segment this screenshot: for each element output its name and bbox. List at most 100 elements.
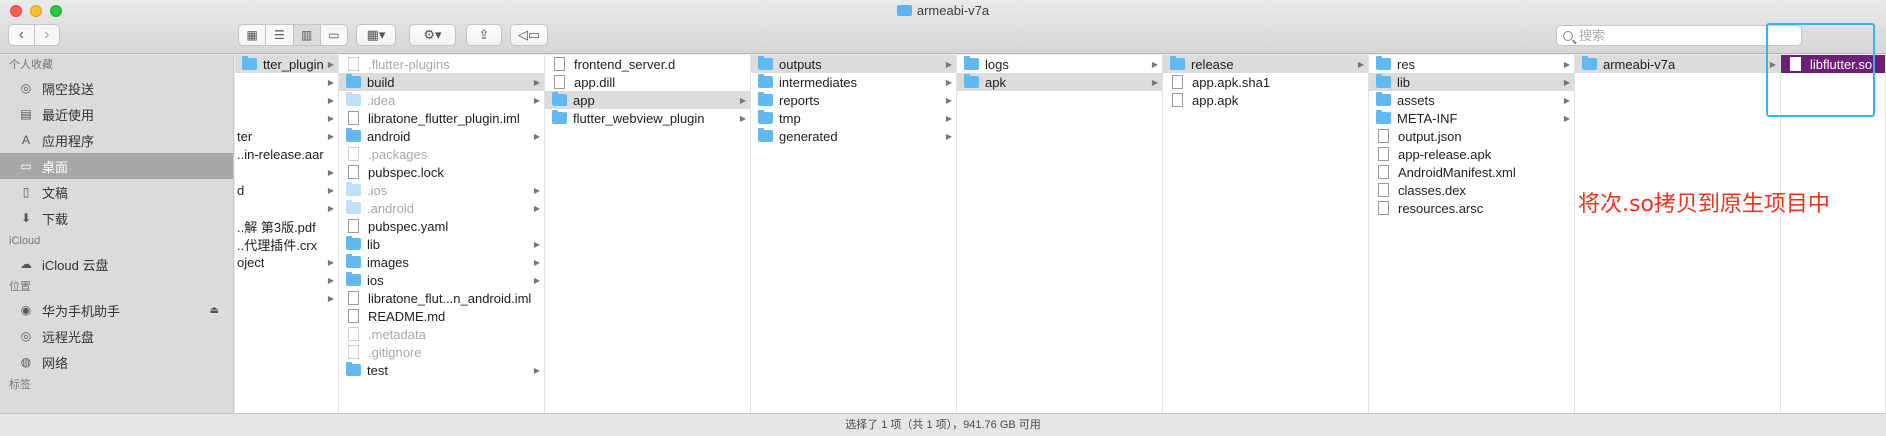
finder-column[interactable]: tter_plugin ▶ ▶ ▶ ▶ ter ▶ ..in-release.aar ▶ d ▶ ▶.… [235, 55, 339, 413]
eject-icon[interactable]: ⏏ [210, 305, 219, 316]
forward-button[interactable]: › [33, 25, 60, 45]
folder-item[interactable]: .android ▶ [339, 199, 544, 217]
search-input[interactable] [1579, 28, 1779, 43]
file-item[interactable]: ▶ [235, 73, 338, 91]
nav-buttons: ‹ › [8, 24, 60, 46]
finder-column[interactable]: libflutter.so [1781, 55, 1886, 413]
item-name: oject [237, 254, 265, 270]
file-item[interactable]: ▶ [235, 289, 338, 307]
folder-item[interactable]: assets ▶ [1369, 91, 1574, 109]
file-item[interactable]: ▶ [235, 163, 338, 181]
folder-icon [758, 56, 773, 70]
file-item[interactable]: ▶ [235, 271, 338, 289]
folder-item[interactable]: build ▶ [339, 73, 544, 91]
file-item[interactable]: libratone_flutter_plugin.iml [339, 109, 544, 127]
file-item[interactable]: ▶ [235, 91, 338, 109]
file-item[interactable]: .flutter-plugins [339, 55, 544, 73]
tags-button[interactable]: ◁▭ [510, 24, 548, 46]
folder-item[interactable]: armeabi-v7a ▶ [1575, 55, 1780, 73]
folder-icon [346, 362, 361, 376]
file-item[interactable]: pubspec.lock [339, 163, 544, 181]
file-item[interactable]: README.md [339, 307, 544, 325]
list-view-button[interactable]: ☰ [265, 25, 292, 45]
sidebar-item[interactable]: ◎ 远程光盘 [0, 323, 233, 349]
file-item[interactable]: AndroidManifest.xml [1369, 163, 1574, 181]
folder-item[interactable]: android ▶ [339, 127, 544, 145]
document-icon [348, 57, 359, 71]
share-button[interactable]: ⇪ [466, 24, 502, 46]
folder-item[interactable]: generated ▶ [751, 127, 956, 145]
folder-icon [964, 56, 979, 70]
sidebar-item[interactable]: A 应用程序 [0, 127, 233, 153]
disclosure-arrow-icon: ▶ [327, 95, 334, 105]
sidebar-item[interactable]: ▭ 桌面 [0, 153, 233, 179]
file-item[interactable]: ..代理插件.crx [235, 235, 338, 253]
file-item[interactable]: libflutter.so [1781, 55, 1885, 73]
file-item[interactable]: d ▶ [235, 181, 338, 199]
sidebar-item[interactable]: ▯ 文稿 [0, 179, 233, 205]
finder-column[interactable]: res ▶ lib ▶ assets ▶ META-INF ▶ output.json app-r… [1369, 55, 1575, 413]
file-item[interactable]: .packages [339, 145, 544, 163]
file-item[interactable]: ter ▶ [235, 127, 338, 145]
file-item[interactable]: output.json [1369, 127, 1574, 145]
file-item[interactable]: ..in-release.aar [235, 145, 338, 163]
file-item[interactable]: oject ▶ [235, 253, 338, 271]
folder-item[interactable]: app ▶ [545, 91, 750, 109]
back-button[interactable]: ‹ [9, 25, 34, 45]
file-item[interactable]: pubspec.yaml [339, 217, 544, 235]
sidebar-item[interactable]: ◉ 华为手机助手 ⏏ [0, 297, 233, 323]
disclosure-arrow-icon: ▶ [1563, 77, 1570, 87]
finder-column[interactable]: outputs ▶ intermediates ▶ reports ▶ tmp ▶ genera… [751, 55, 957, 413]
group-by-button[interactable]: ▦▾ [356, 24, 396, 46]
sidebar-item[interactable]: ◍ 网络 [0, 349, 233, 375]
folder-item[interactable]: intermediates ▶ [751, 73, 956, 91]
sidebar-item[interactable]: ▤ 最近使用 [0, 101, 233, 127]
folder-item[interactable]: outputs ▶ [751, 55, 956, 73]
disclosure-arrow-icon: ▶ [327, 167, 334, 177]
folder-item[interactable]: release ▶ [1163, 55, 1368, 73]
folder-item[interactable]: logs ▶ [957, 55, 1162, 73]
gallery-view-button[interactable]: ▭ [319, 25, 347, 45]
column-view-button[interactable]: ▥ [292, 25, 320, 45]
file-item[interactable]: app.apk.sha1 [1163, 73, 1368, 91]
file-item[interactable]: frontend_server.d [545, 55, 750, 73]
folder-item[interactable]: tter_plugin ▶ [235, 55, 338, 73]
folder-item[interactable]: test ▶ [339, 361, 544, 379]
folder-item[interactable]: META-INF ▶ [1369, 109, 1574, 127]
file-item[interactable]: app-release.apk [1369, 145, 1574, 163]
file-item[interactable]: libratone_flut...n_android.iml [339, 289, 544, 307]
search-field[interactable] [1556, 25, 1802, 46]
item-name: ios [367, 272, 384, 288]
action-gear-button[interactable]: ⚙▾ [409, 24, 456, 46]
file-item[interactable]: ..解 第3版.pdf [235, 217, 338, 235]
folder-item[interactable]: tmp ▶ [751, 109, 956, 127]
folder-item[interactable]: reports ▶ [751, 91, 956, 109]
view-mode-switcher: ▦ ☰ ▥ ▭ [238, 24, 348, 46]
folder-item[interactable]: flutter_webview_plugin ▶ [545, 109, 750, 127]
folder-item[interactable]: lib ▶ [1369, 73, 1574, 91]
file-item[interactable]: resources.arsc [1369, 199, 1574, 217]
file-item[interactable]: classes.dex [1369, 181, 1574, 199]
folder-item[interactable]: images ▶ [339, 253, 544, 271]
finder-column[interactable]: .flutter-plugins build ▶ .idea ▶ libratone_fl… [339, 55, 545, 413]
folder-item[interactable]: .idea ▶ [339, 91, 544, 109]
sidebar-item[interactable]: ◎ 隔空投送 [0, 75, 233, 101]
folder-item[interactable]: ios ▶ [339, 271, 544, 289]
icon-view-button[interactable]: ▦ [239, 25, 265, 45]
folder-item[interactable]: res ▶ [1369, 55, 1574, 73]
file-item[interactable]: app.apk [1163, 91, 1368, 109]
finder-column[interactable]: frontend_server.d app.dill app ▶ flutter_web… [545, 55, 751, 413]
folder-item[interactable]: .ios ▶ [339, 181, 544, 199]
sidebar-item[interactable]: ☁ iCloud 云盘 [0, 251, 233, 277]
folder-item[interactable]: apk ▶ [957, 73, 1162, 91]
file-item[interactable]: .metadata [339, 325, 544, 343]
file-item[interactable]: .gitignore [339, 343, 544, 361]
file-item[interactable]: ▶ [235, 109, 338, 127]
file-item[interactable]: ▶ [235, 199, 338, 217]
folder-item[interactable]: lib ▶ [339, 235, 544, 253]
finder-column[interactable]: logs ▶ apk ▶ [957, 55, 1163, 413]
file-item[interactable]: app.dill [545, 73, 750, 91]
finder-column[interactable]: armeabi-v7a ▶ [1575, 55, 1781, 413]
sidebar-item[interactable]: ⬇ 下载 [0, 205, 233, 231]
finder-column[interactable]: release ▶ app.apk.sha1 app.apk [1163, 55, 1369, 413]
